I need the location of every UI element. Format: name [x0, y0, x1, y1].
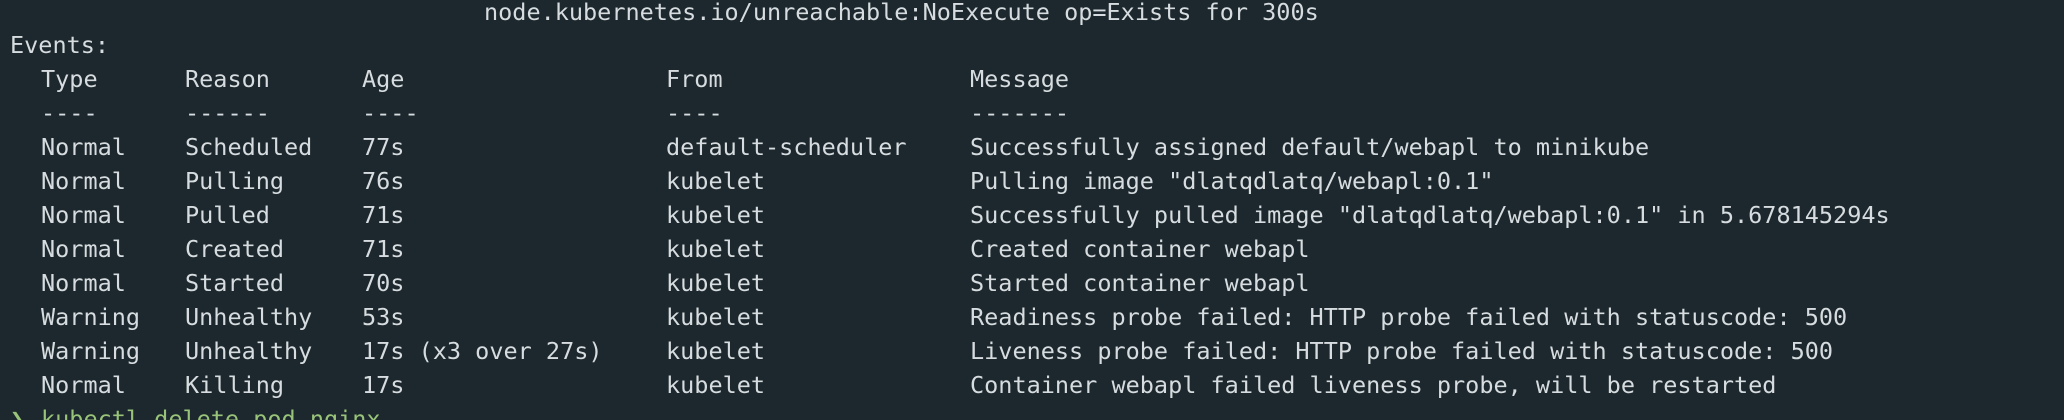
header-message: Message — [970, 65, 1070, 93]
event-type: Normal — [41, 167, 126, 195]
event-from: kubelet — [666, 337, 766, 365]
event-reason: Scheduled — [185, 133, 313, 161]
event-reason: Unhealthy — [185, 303, 313, 331]
separator-reason: ------ — [185, 99, 270, 127]
event-reason: Killing — [185, 371, 285, 399]
event-age: 17s (x3 over 27s) — [362, 337, 603, 365]
event-from: kubelet — [666, 201, 766, 229]
event-reason: Created — [185, 235, 285, 263]
event-reason: Pulled — [185, 201, 270, 229]
event-from: kubelet — [666, 303, 766, 331]
event-message: Successfully assigned default/webapl to … — [970, 133, 1650, 161]
command-prompt-line[interactable]: ❯ kubectl delete pod nginx — [10, 402, 381, 420]
tolerations-line: node.kubernetes.io/unreachable:NoExecute… — [10, 0, 1319, 29]
separator-type: ---- — [41, 99, 98, 127]
event-age: 76s — [362, 167, 405, 195]
table-row: Normal Pulling 76s kubelet Pulling image… — [10, 164, 1493, 198]
event-type: Warning — [41, 337, 141, 365]
header-age: Age — [362, 65, 405, 93]
command-input-text[interactable]: kubectl delete pod nginx — [41, 402, 381, 420]
separator-age: ---- — [362, 99, 419, 127]
separator-from: ---- — [666, 99, 723, 127]
terminal-window[interactable]: node.kubernetes.io/unreachable:NoExecute… — [0, 0, 2064, 420]
header-from: From — [666, 65, 723, 93]
tolerations-text: node.kubernetes.io/unreachable:NoExecute… — [484, 0, 1319, 26]
table-row: Normal Started 70s kubelet Started conta… — [10, 266, 1310, 300]
table-row: Normal Scheduled 77s default-scheduler S… — [10, 130, 1649, 164]
event-type: Normal — [41, 201, 126, 229]
event-from: kubelet — [666, 235, 766, 263]
table-row: Normal Killing 17s kubelet Container web… — [10, 368, 1776, 402]
event-type: Normal — [41, 133, 126, 161]
event-age: 53s — [362, 303, 405, 331]
separator-message: ------- — [970, 99, 1070, 127]
event-type: Normal — [41, 371, 126, 399]
event-from: kubelet — [666, 269, 766, 297]
table-row: Warning Unhealthy 17s (x3 over 27s) kube… — [10, 334, 1833, 368]
event-message: Container webapl failed liveness probe, … — [970, 371, 1777, 399]
header-reason: Reason — [185, 65, 270, 93]
header-type: Type — [41, 65, 98, 93]
table-row: Warning Unhealthy 53s kubelet Readiness … — [10, 300, 1847, 334]
event-age: 71s — [362, 201, 405, 229]
event-from: kubelet — [666, 167, 766, 195]
event-message: Started container webapl — [970, 269, 1310, 297]
events-label: Events: — [10, 31, 110, 59]
event-message: Readiness probe failed: HTTP probe faile… — [970, 303, 1848, 331]
prompt-chevron-icon: ❯ — [10, 405, 25, 420]
event-from: kubelet — [666, 371, 766, 399]
event-reason: Pulling — [185, 167, 285, 195]
events-table-separator: ---- ------ ---- ---- ------- — [10, 96, 1069, 130]
event-message: Successfully pulled image "dlatqdlatq/we… — [970, 201, 1890, 229]
event-reason: Unhealthy — [185, 337, 313, 365]
event-age: 77s — [362, 133, 405, 161]
event-message: Pulling image "dlatqdlatq/webapl:0.1" — [970, 167, 1494, 195]
event-message: Liveness probe failed: HTTP probe failed… — [970, 337, 1834, 365]
event-from: default-scheduler — [666, 133, 907, 161]
event-message: Created container webapl — [970, 235, 1310, 263]
events-label-line: Events: — [10, 28, 109, 62]
events-table-header: Type Reason Age From Message — [10, 62, 1069, 96]
table-row: Normal Created 71s kubelet Created conta… — [10, 232, 1310, 266]
event-type: Normal — [41, 235, 126, 263]
event-age: 71s — [362, 235, 405, 263]
event-type: Normal — [41, 269, 126, 297]
event-reason: Started — [185, 269, 285, 297]
event-age: 17s — [362, 371, 405, 399]
table-row: Normal Pulled 71s kubelet Successfully p… — [10, 198, 1890, 232]
event-type: Warning — [41, 303, 141, 331]
event-age: 70s — [362, 269, 405, 297]
